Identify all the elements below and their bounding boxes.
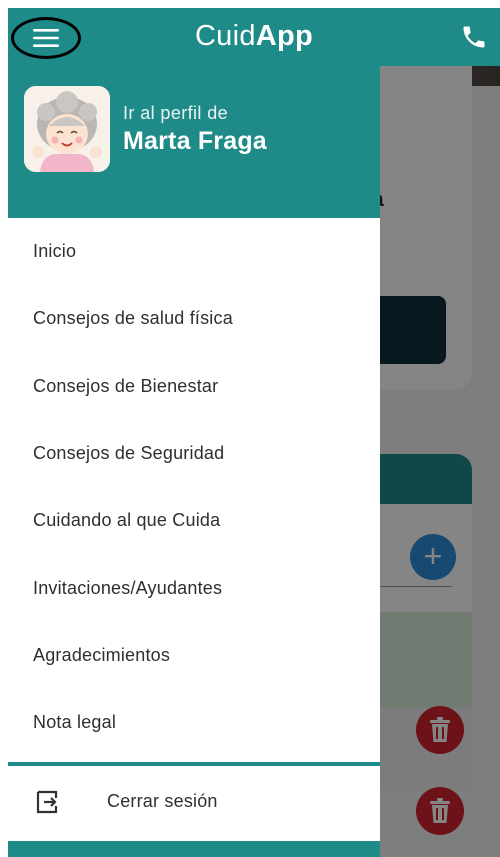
- navigation-drawer: Ir al perfil de Marta Fraga Inicio Conse…: [8, 66, 380, 857]
- call-button[interactable]: [460, 23, 488, 51]
- profile-link-label: Ir al perfil de: [123, 103, 229, 123]
- avatar[interactable]: [24, 86, 110, 172]
- menu-item-nota-legal[interactable]: Nota legal: [8, 689, 380, 756]
- drawer-menu: Inicio Consejos de salud física Consejos…: [8, 218, 380, 756]
- menu-item-agradecimientos[interactable]: Agradecimientos: [8, 622, 380, 689]
- app-title: CuidApp: [8, 20, 500, 53]
- drawer-footer-bar: [8, 841, 380, 857]
- profile-name: Marta Fraga: [123, 127, 267, 155]
- app-bar: CuidApp: [8, 8, 500, 66]
- app-title-light: Cuid: [194, 20, 256, 52]
- menu-item-bienestar[interactable]: Consejos de Bienestar: [8, 353, 380, 420]
- menu-item-invitaciones[interactable]: Invitaciones/Ayudantes: [8, 554, 380, 621]
- app-title-bold: App: [255, 20, 314, 52]
- profile-header[interactable]: Ir al perfil de Marta Fraga: [8, 66, 380, 218]
- menu-item-salud-fisica[interactable]: Consejos de salud física: [8, 285, 380, 352]
- logout-button[interactable]: Cerrar sesión: [8, 766, 380, 836]
- logout-label: Cerrar sesión: [107, 791, 218, 811]
- logout-icon: [36, 790, 58, 814]
- phone-icon: [463, 26, 485, 48]
- menu-item-cuidando[interactable]: Cuidando al que Cuida: [8, 487, 380, 554]
- menu-item-seguridad[interactable]: Consejos de Seguridad: [8, 420, 380, 487]
- menu-item-inicio[interactable]: Inicio: [8, 218, 380, 285]
